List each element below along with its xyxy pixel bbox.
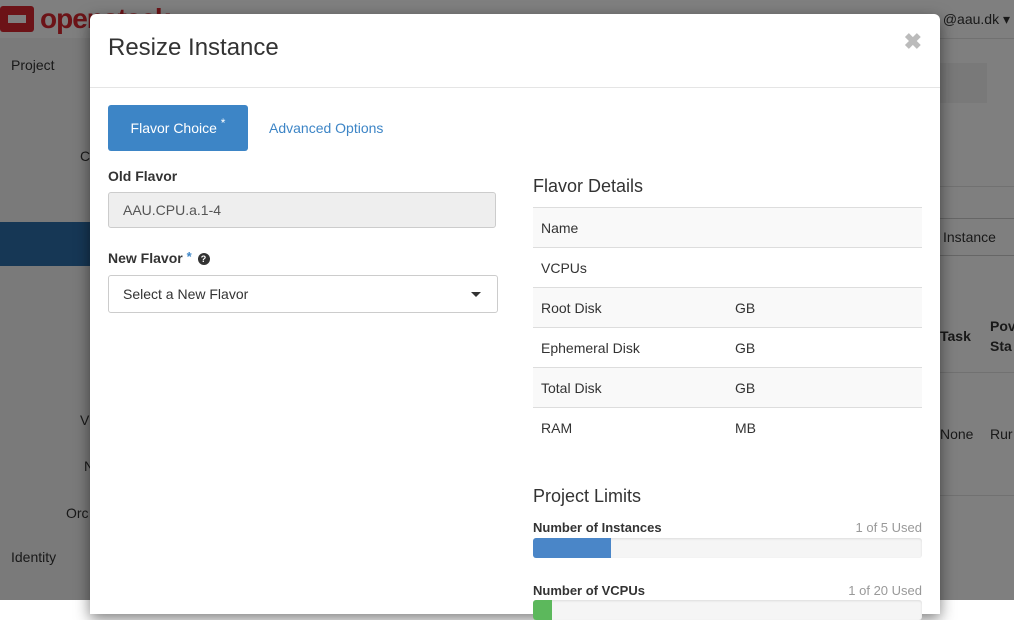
- close-icon[interactable]: ✖: [904, 29, 922, 55]
- resize-instance-modal: Resize Instance ✖ Flavor Choice * Advanc…: [90, 14, 940, 620]
- tab-flavor-choice-label: Flavor Choice: [130, 120, 217, 136]
- detail-name: Root Disk: [533, 287, 727, 328]
- new-flavor-selected-value: Select a New Flavor: [123, 286, 249, 302]
- detail-unit: MB: [727, 407, 922, 448]
- table-row: Total Disk GB: [533, 367, 922, 408]
- limit-instances-label: Number of Instances: [533, 520, 662, 535]
- old-flavor-label: Old Flavor: [108, 168, 178, 184]
- limit-vcpus-bar-fill: [533, 600, 553, 620]
- new-flavor-label-text: New Flavor: [108, 250, 183, 266]
- tab-flavor-choice[interactable]: Flavor Choice *: [108, 105, 248, 151]
- limit-vcpus-used: 1 of 20 Used: [848, 583, 922, 598]
- table-row: Name: [533, 207, 922, 248]
- detail-name: RAM: [533, 407, 727, 448]
- detail-unit: GB: [727, 287, 922, 328]
- flavor-details-title: Flavor Details: [533, 176, 644, 196]
- table-row: VCPUs: [533, 247, 922, 288]
- detail-unit: [727, 247, 922, 288]
- project-limits-title: Project Limits: [533, 486, 642, 506]
- detail-unit: [727, 207, 922, 248]
- required-asterisk: *: [186, 249, 192, 264]
- tab-advanced-options-label: Advanced Options: [269, 120, 384, 136]
- detail-unit: GB: [727, 367, 922, 408]
- detail-name: Ephemeral Disk: [533, 327, 727, 368]
- old-flavor-value: AAU.CPU.a.1-4: [123, 202, 222, 218]
- tab-advanced-options[interactable]: Advanced Options: [269, 105, 383, 151]
- new-flavor-select[interactable]: Select a New Flavor: [108, 275, 498, 313]
- flavor-details-table: Name VCPUs Root Disk GB Ephemeral Disk GB …: [533, 207, 922, 448]
- question-circle-icon[interactable]: ?: [197, 253, 210, 266]
- limit-instances-bar-fill: [533, 538, 611, 558]
- old-flavor-field: AAU.CPU.a.1-4: [108, 192, 496, 228]
- modal-header: Resize Instance ✖: [90, 14, 940, 88]
- limit-instances-bar: [533, 538, 922, 558]
- new-flavor-label: New Flavor * ?: [108, 250, 210, 266]
- detail-name: Name: [533, 207, 727, 248]
- table-row: Ephemeral Disk GB: [533, 327, 922, 368]
- detail-name: Total Disk: [533, 367, 727, 408]
- limit-vcpus-bar: [533, 600, 922, 620]
- detail-name: VCPUs: [533, 247, 727, 288]
- limit-vcpus-label: Number of VCPUs: [533, 583, 645, 598]
- limit-instances-used: 1 of 5 Used: [855, 520, 923, 535]
- modal-title: Resize Instance: [108, 34, 279, 61]
- required-asterisk: *: [220, 116, 226, 130]
- table-row: RAM MB: [533, 407, 922, 448]
- caret-down-icon: [471, 292, 481, 297]
- table-row: Root Disk GB: [533, 287, 922, 328]
- detail-unit: GB: [727, 327, 922, 368]
